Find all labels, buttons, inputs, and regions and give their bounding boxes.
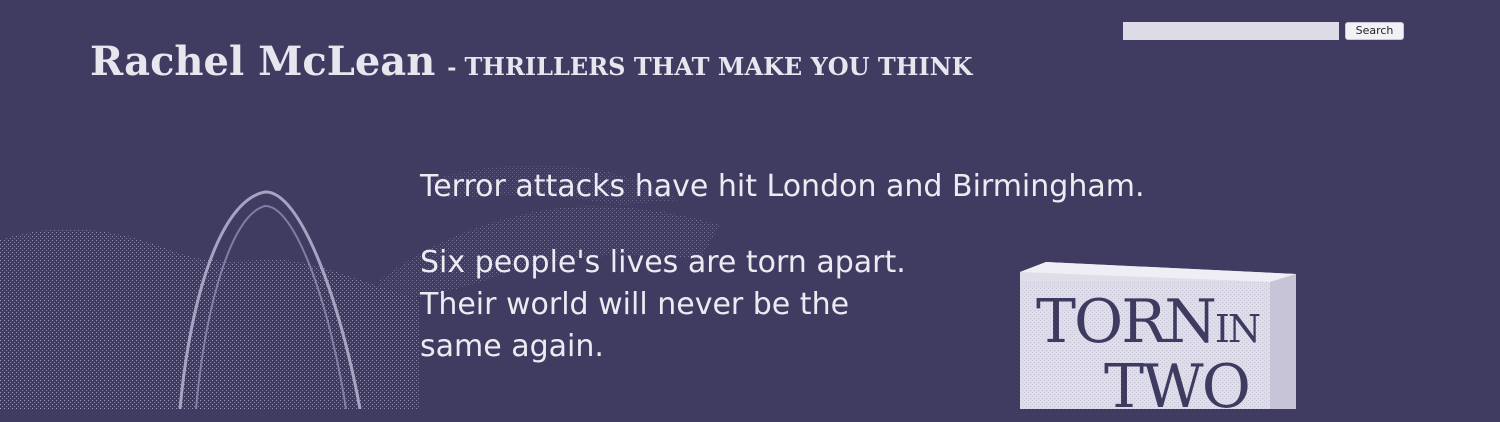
title-separator: - — [447, 55, 457, 81]
search-form: Search — [1123, 22, 1404, 40]
blurb-paragraph-2: Six people's lives are torn apart. Their… — [420, 242, 940, 368]
site-tagline: THRILLERS THAT MAKE YOU THINK — [464, 52, 973, 81]
blurb-line: Their world will never be the — [420, 287, 850, 322]
search-button[interactable]: Search — [1345, 22, 1404, 40]
search-input[interactable] — [1123, 22, 1339, 40]
cover-word-torn: TORN — [1036, 287, 1217, 357]
site-title[interactable]: Rachel McLean — [90, 38, 435, 85]
blurb-line: same again. — [420, 329, 604, 364]
blurb-line: Six people's lives are torn apart. — [420, 245, 906, 280]
book-cover-title: TORNIN TWO — [1036, 292, 1261, 422]
blurb-paragraph-1: Terror attacks have hit London and Birmi… — [420, 169, 1145, 204]
cover-word-two: TWO — [1104, 352, 1251, 422]
cover-word-in: IN — [1214, 307, 1261, 351]
site-header: Rachel McLean - THRILLERS THAT MAKE YOU … — [90, 38, 972, 85]
